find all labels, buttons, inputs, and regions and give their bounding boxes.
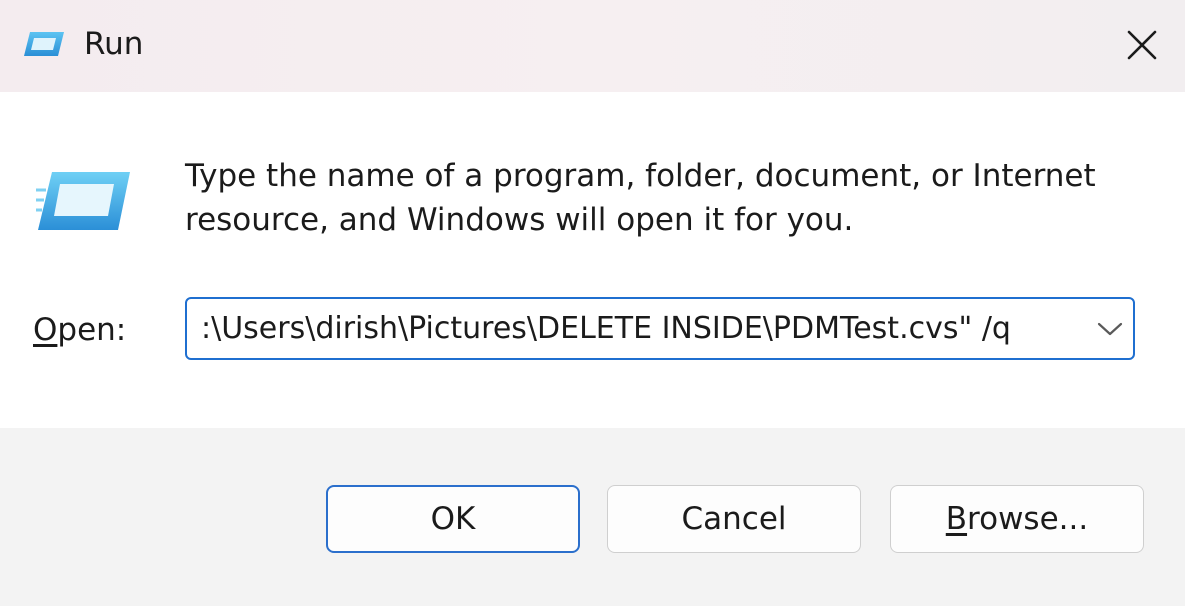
run-dialog: Run Type the name of a program, folder, … xyxy=(0,0,1185,606)
open-label-text: pen: xyxy=(57,312,127,348)
run-program-icon xyxy=(36,172,130,230)
open-input-value: :\Users\dirish\Pictures\DELETE INSIDE\PD… xyxy=(201,311,1011,346)
open-input[interactable]: :\Users\dirish\Pictures\DELETE INSIDE\PD… xyxy=(187,299,1067,358)
dialog-description: Type the name of a program, folder, docu… xyxy=(185,158,1096,238)
ok-button[interactable]: OK xyxy=(326,485,580,553)
open-combobox[interactable]: :\Users\dirish\Pictures\DELETE INSIDE\PD… xyxy=(185,297,1135,360)
open-label: Open: xyxy=(33,310,126,350)
title-bar[interactable]: Run xyxy=(0,0,1185,92)
browse-label: rowse... xyxy=(967,501,1089,537)
browse-accel: B xyxy=(945,501,968,537)
button-bar: OK Cancel Browse... xyxy=(0,428,1185,606)
run-icon xyxy=(24,32,64,56)
open-label-accel: O xyxy=(33,312,58,348)
cancel-button[interactable]: Cancel xyxy=(607,485,861,553)
dropdown-button[interactable] xyxy=(1087,299,1133,358)
close-icon xyxy=(1127,30,1156,60)
chevron-down-icon xyxy=(1097,322,1123,335)
dialog-content: Type the name of a program, folder, docu… xyxy=(0,92,1185,428)
browse-button[interactable]: Browse... xyxy=(890,485,1144,553)
window-title: Run xyxy=(84,26,144,62)
close-button[interactable] xyxy=(1098,0,1185,90)
